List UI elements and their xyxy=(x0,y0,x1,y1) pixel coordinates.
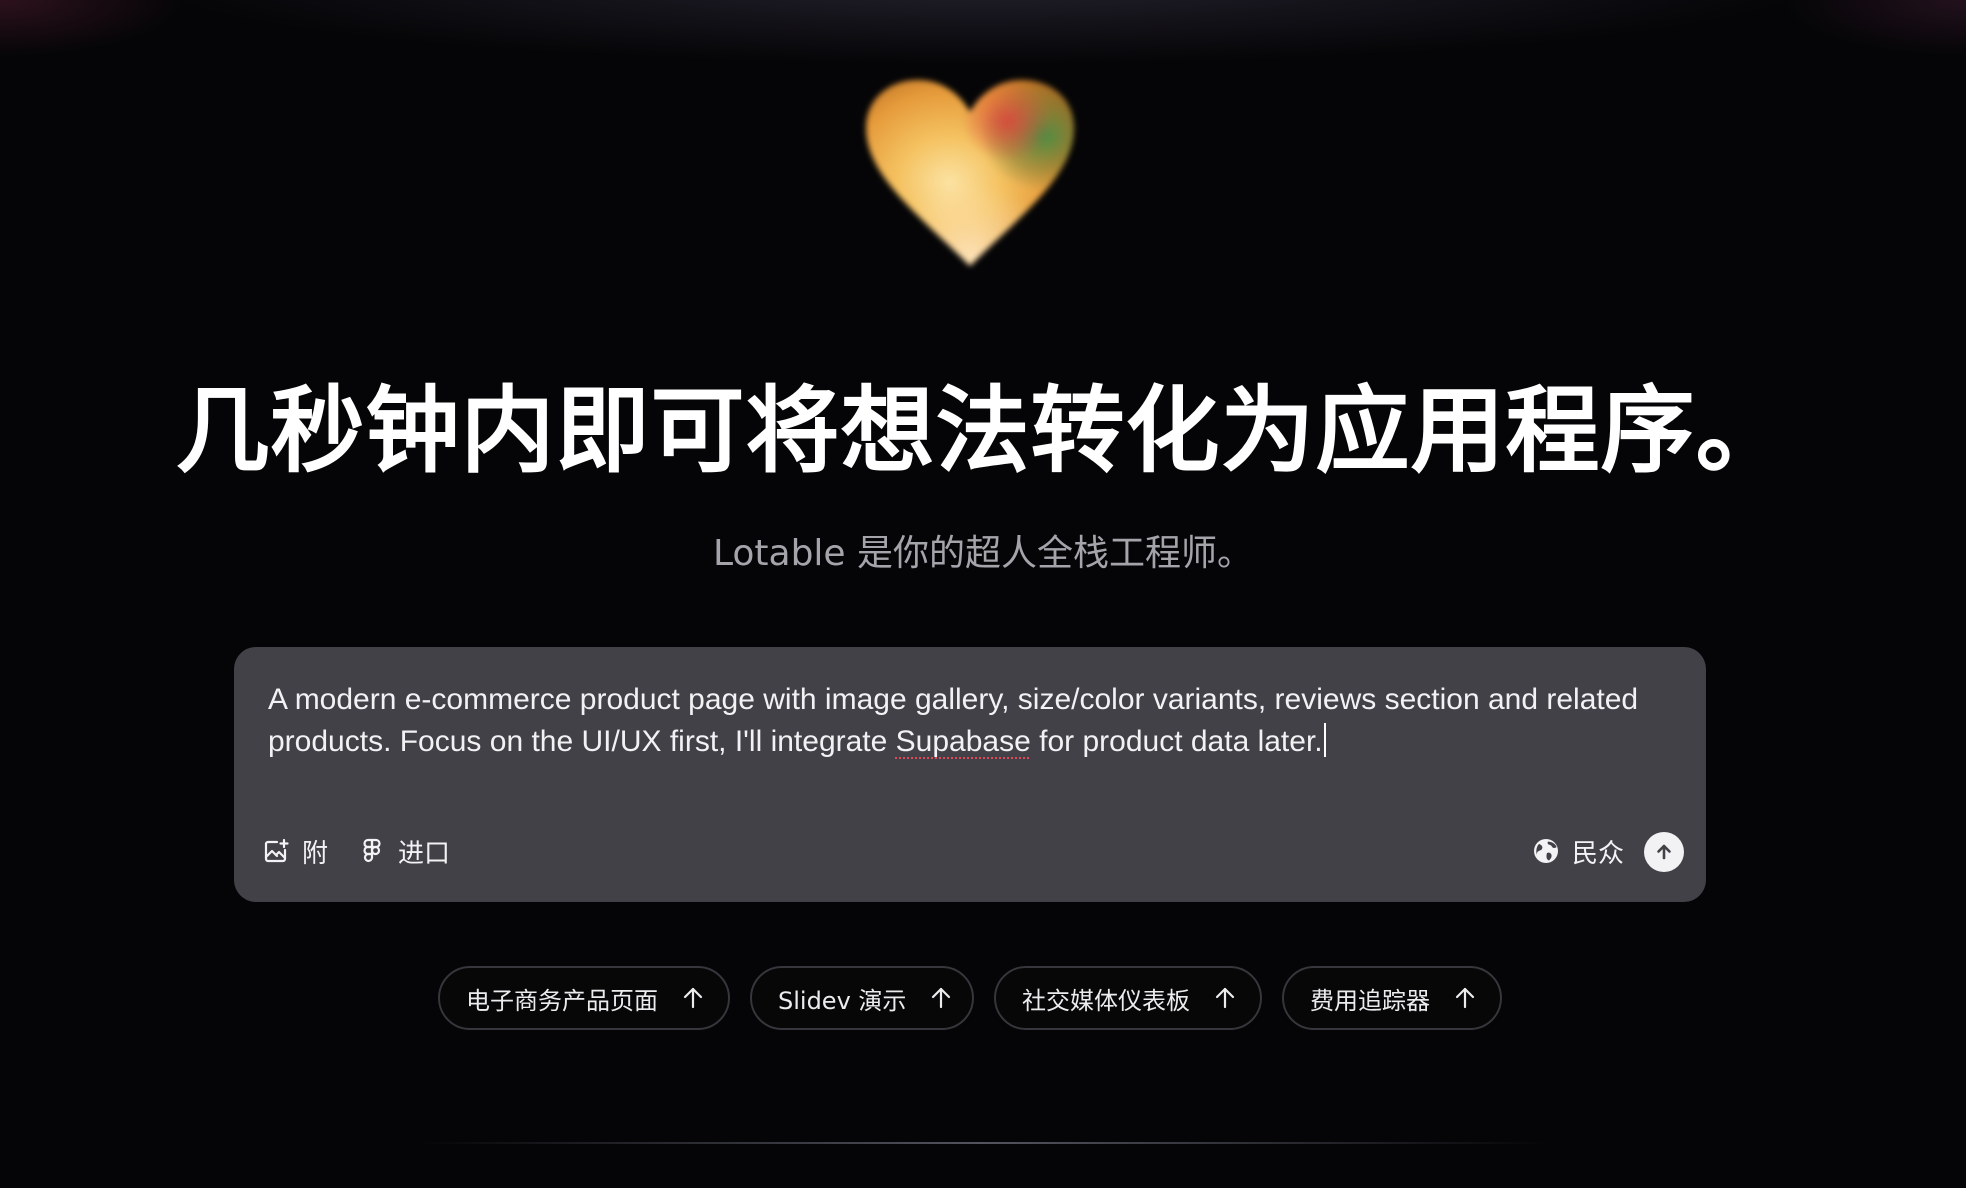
suggestion-chip[interactable]: 费用追踪器 xyxy=(1282,966,1502,1030)
logo xyxy=(860,76,1080,272)
import-label: 进口 xyxy=(398,838,451,869)
attach-button[interactable]: 附 xyxy=(262,831,328,871)
heart-icon xyxy=(866,80,1074,266)
suggestion-label: 费用追踪器 xyxy=(1310,986,1430,1015)
suggestion-chips: 电子商务产品页面 Slidev 演示 社交媒体仪表板 费用追踪器 xyxy=(0,966,1966,1032)
attach-label: 附 xyxy=(302,838,329,869)
arrow-up-icon xyxy=(932,987,951,1009)
arrow-up-icon xyxy=(683,987,703,1009)
suggestion-chip[interactable]: Slidev 演示 xyxy=(750,966,974,1030)
globe-icon xyxy=(1533,839,1558,863)
prompt-box[interactable]: A modern e-commerce product page with im… xyxy=(234,647,1706,902)
prompt-text-part: for product data later. xyxy=(1030,725,1323,758)
misspelled-word: Supabase xyxy=(895,725,1031,758)
figma-icon xyxy=(363,838,381,863)
arrow-up-icon xyxy=(1215,987,1235,1009)
suggestion-chip[interactable]: 电子商务产品页面 xyxy=(438,966,730,1030)
send-button[interactable] xyxy=(1644,832,1684,872)
arrow-up-icon xyxy=(1455,987,1475,1009)
suggestion-label: Slidev 演示 xyxy=(778,986,907,1015)
visibility-label: 民众 xyxy=(1571,838,1624,869)
suggestion-chip[interactable]: 社交媒体仪表板 xyxy=(994,966,1262,1030)
page-subtitle: Lotable 是你的超人全栈工程师。 xyxy=(712,533,1254,574)
suggestion-label: 社交媒体仪表板 xyxy=(1022,986,1190,1015)
import-button[interactable]: 进口 xyxy=(358,831,450,871)
image-plus-icon xyxy=(264,838,289,863)
prompt-input[interactable]: A modern e-commerce product page with im… xyxy=(268,679,1678,763)
arrow-up-icon xyxy=(1657,844,1671,860)
visibility-toggle[interactable]: 民众 xyxy=(1532,831,1624,871)
page-title: 几秒钟内即可将想法转化为应用程序。 xyxy=(175,377,1791,486)
text-caret xyxy=(1323,723,1326,757)
suggestion-label: 电子商务产品页面 xyxy=(466,986,658,1015)
section-divider xyxy=(418,1142,1548,1144)
